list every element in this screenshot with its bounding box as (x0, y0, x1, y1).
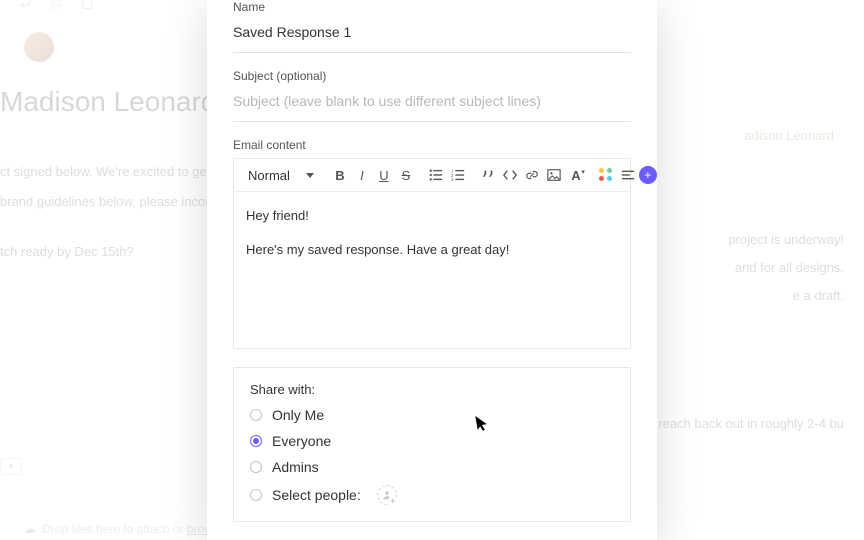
quote-icon (481, 168, 495, 182)
subject-label: Subject (optional) (233, 69, 631, 83)
radio-icon (250, 489, 262, 501)
add-people-icon[interactable] (377, 485, 397, 505)
underline-button[interactable]: U (374, 165, 394, 185)
grid-icon (599, 168, 613, 182)
radio-label: Select people: (272, 487, 361, 503)
name-input[interactable] (233, 14, 631, 53)
body-line: Here's my saved response. Have a great d… (246, 240, 618, 260)
strike-button[interactable]: S (396, 165, 416, 185)
ordered-list-button[interactable]: 123 (448, 165, 468, 185)
share-option-everyone[interactable]: Everyone (250, 433, 614, 449)
share-option-admins[interactable]: Admins (250, 459, 614, 475)
align-button[interactable] (618, 165, 638, 185)
name-label: Name (233, 0, 631, 14)
share-option-only-me[interactable]: Only Me (250, 407, 614, 423)
align-icon (621, 168, 635, 182)
bullet-list-button[interactable] (426, 165, 446, 185)
radio-icon (250, 409, 262, 421)
italic-button[interactable]: I (352, 165, 372, 185)
svg-text:3: 3 (451, 177, 454, 182)
bold-button[interactable]: B (330, 165, 350, 185)
plus-circle-icon: + (639, 166, 657, 184)
emoji-button[interactable] (596, 165, 616, 185)
share-with-label: Share with: (250, 382, 614, 397)
text-color-button[interactable]: A▾ (566, 165, 586, 185)
rich-text-editor: Normal B I U S 123 (233, 158, 631, 349)
bullet-list-icon (429, 168, 443, 182)
image-button[interactable] (544, 165, 564, 185)
image-icon (547, 168, 561, 182)
saved-response-modal: Name Subject (optional) Email content No… (207, 0, 657, 540)
email-content-label: Email content (233, 138, 631, 152)
insert-button[interactable]: + (638, 165, 657, 185)
body-line: Hey friend! (246, 206, 618, 226)
ordered-list-icon: 123 (451, 168, 465, 182)
subject-input[interactable] (233, 83, 631, 122)
share-option-select-people[interactable]: Select people: (250, 485, 614, 505)
radio-icon (250, 461, 262, 473)
editor-toolbar: Normal B I U S 123 (234, 159, 630, 192)
code-button[interactable] (500, 165, 520, 185)
quote-button[interactable] (478, 165, 498, 185)
code-icon (503, 168, 517, 182)
radio-label: Only Me (272, 407, 324, 423)
radio-icon (250, 435, 262, 447)
link-button[interactable] (522, 165, 542, 185)
editor-textarea[interactable]: Hey friend! Here's my saved response. Ha… (234, 192, 630, 348)
share-with-panel: Share with: Only Me Everyone Admins Sele… (233, 367, 631, 522)
radio-label: Admins (272, 459, 319, 475)
link-icon (525, 168, 539, 182)
radio-label: Everyone (272, 433, 331, 449)
format-select[interactable]: Normal (242, 166, 320, 185)
